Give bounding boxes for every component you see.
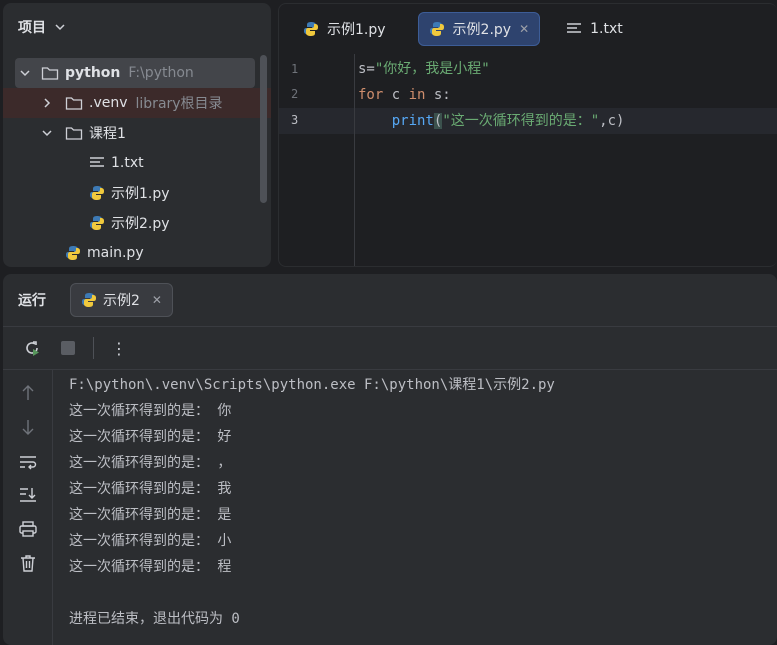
tree-item-label: 示例1.py — [111, 186, 170, 202]
tab-label: 示例2.py — [452, 22, 512, 38]
tree-item-label: python — [65, 65, 121, 81]
editor-tabs: 示例1.py 示例2.py ✕ 1.txt — [279, 4, 777, 54]
arrow-down-icon — [22, 420, 34, 435]
tree-item-hint: library根目录 — [135, 96, 223, 112]
tree-item-label: 1.txt — [111, 155, 144, 171]
toolbar-divider — [93, 337, 94, 359]
chevron-down-icon[interactable] — [19, 67, 31, 79]
print-button[interactable] — [17, 518, 39, 540]
tree-item-venv[interactable]: .venv library根目录 — [3, 88, 271, 118]
code-line-2[interactable]: for c in s: — [358, 83, 451, 107]
console-line: 这一次循环得到的是： 你 — [69, 403, 232, 419]
arrow-up-icon — [22, 385, 34, 400]
tree-item-label: 课程1 — [89, 126, 126, 142]
python-file-icon — [429, 22, 444, 36]
folder-icon — [65, 97, 83, 110]
folder-icon — [41, 67, 59, 80]
more-options-button[interactable]: ⋮ — [108, 337, 130, 359]
run-title: 运行 — [18, 293, 46, 309]
console-line: 进程已结束，退出代码为 0 — [69, 611, 240, 627]
python-file-icon — [304, 22, 318, 36]
line-number: 1 — [291, 62, 299, 76]
run-header: 运行 示例2 ✕ — [3, 274, 777, 326]
close-icon[interactable]: ✕ — [519, 22, 529, 36]
text-file-icon — [90, 157, 104, 167]
scroll-to-end-icon — [20, 488, 36, 502]
soft-wrap-icon — [20, 456, 37, 470]
python-file-icon — [66, 246, 80, 260]
python-file-icon — [90, 216, 104, 230]
text-file-icon — [567, 23, 582, 33]
python-file-icon — [82, 293, 96, 307]
editor-panel: 示例1.py 示例2.py ✕ 1.txt 1 2 3 s="你好，我是小程" … — [278, 3, 777, 267]
line-number: 3 — [291, 113, 299, 127]
tab-label: 示例1.py — [327, 22, 386, 38]
console-line: 这一次循环得到的是： 好 — [69, 429, 232, 445]
code-line-1[interactable]: s="你好，我是小程" — [358, 57, 490, 81]
tab-label: 1.txt — [590, 21, 623, 37]
print-icon — [19, 521, 37, 537]
console-output[interactable]: F:\python\.venv\Scripts\python.exe F:\py… — [69, 372, 555, 632]
project-panel: 项目 python F:\python .venv library根目录 课程1… — [3, 3, 271, 267]
close-icon[interactable]: ✕ — [152, 293, 162, 307]
tree-item-example2[interactable]: 示例2.py — [3, 208, 170, 238]
stop-icon — [61, 341, 75, 355]
tree-item-python[interactable]: python F:\python — [15, 58, 255, 88]
line-number-gutter: 1 2 3 — [279, 54, 355, 266]
run-tab-example2[interactable]: 示例2 ✕ — [70, 283, 173, 317]
tab-example1[interactable]: 示例1.py — [293, 12, 396, 46]
stop-button[interactable] — [57, 337, 79, 359]
console-line: 这一次循环得到的是： ， — [69, 455, 232, 471]
trash-icon — [21, 555, 35, 572]
console-line: 这一次循环得到的是： 是 — [69, 507, 232, 523]
run-panel: 运行 示例2 ✕ ⋮ F:\python\.venv\Scripts\pytho… — [3, 274, 777, 645]
tree-item-course1[interactable]: 课程1 — [3, 118, 126, 148]
chevron-down-icon — [55, 24, 65, 31]
console-line: 这一次循环得到的是： 我 — [69, 481, 232, 497]
scroll-down-button[interactable] — [17, 416, 39, 438]
line-number: 2 — [291, 87, 299, 101]
python-file-icon — [90, 186, 104, 200]
code-line-3[interactable]: print("这一次循环得到的是：",c) — [358, 109, 624, 133]
console-line: 这一次循环得到的是： 小 — [69, 533, 232, 549]
console-side-toolbar — [3, 370, 53, 645]
tab-1txt[interactable]: 1.txt — [556, 12, 633, 46]
tree-item-main[interactable]: main.py — [3, 238, 144, 267]
soft-wrap-button[interactable] — [17, 451, 39, 473]
console-line: 这一次循环得到的是： 程 — [69, 559, 232, 575]
tree-item-example1[interactable]: 示例1.py — [3, 178, 170, 208]
run-tab-label: 示例2 — [103, 293, 140, 309]
chevron-down-icon[interactable] — [41, 127, 53, 139]
tree-item-1txt[interactable]: 1.txt — [3, 148, 144, 178]
console-line: F:\python\.venv\Scripts\python.exe F:\py… — [69, 377, 555, 393]
run-toolbar: ⋮ — [3, 326, 777, 370]
tree-item-label: 示例2.py — [111, 216, 170, 232]
rerun-button[interactable] — [21, 337, 43, 359]
chevron-right-icon[interactable] — [41, 97, 53, 109]
scroll-to-end-button[interactable] — [17, 484, 39, 506]
tree-item-label: main.py — [87, 245, 144, 261]
clear-console-button[interactable] — [17, 552, 39, 574]
scroll-up-button[interactable] — [17, 382, 39, 404]
rerun-icon — [26, 341, 39, 356]
project-title: 项目 — [18, 20, 46, 36]
tab-example2[interactable]: 示例2.py ✕ — [417, 12, 541, 46]
project-header[interactable]: 项目 — [3, 3, 271, 51]
scrollbar[interactable] — [260, 55, 267, 203]
tree-item-label: .venv — [89, 95, 128, 111]
tree-item-path: F:\python — [128, 65, 194, 81]
folder-icon — [65, 127, 83, 140]
